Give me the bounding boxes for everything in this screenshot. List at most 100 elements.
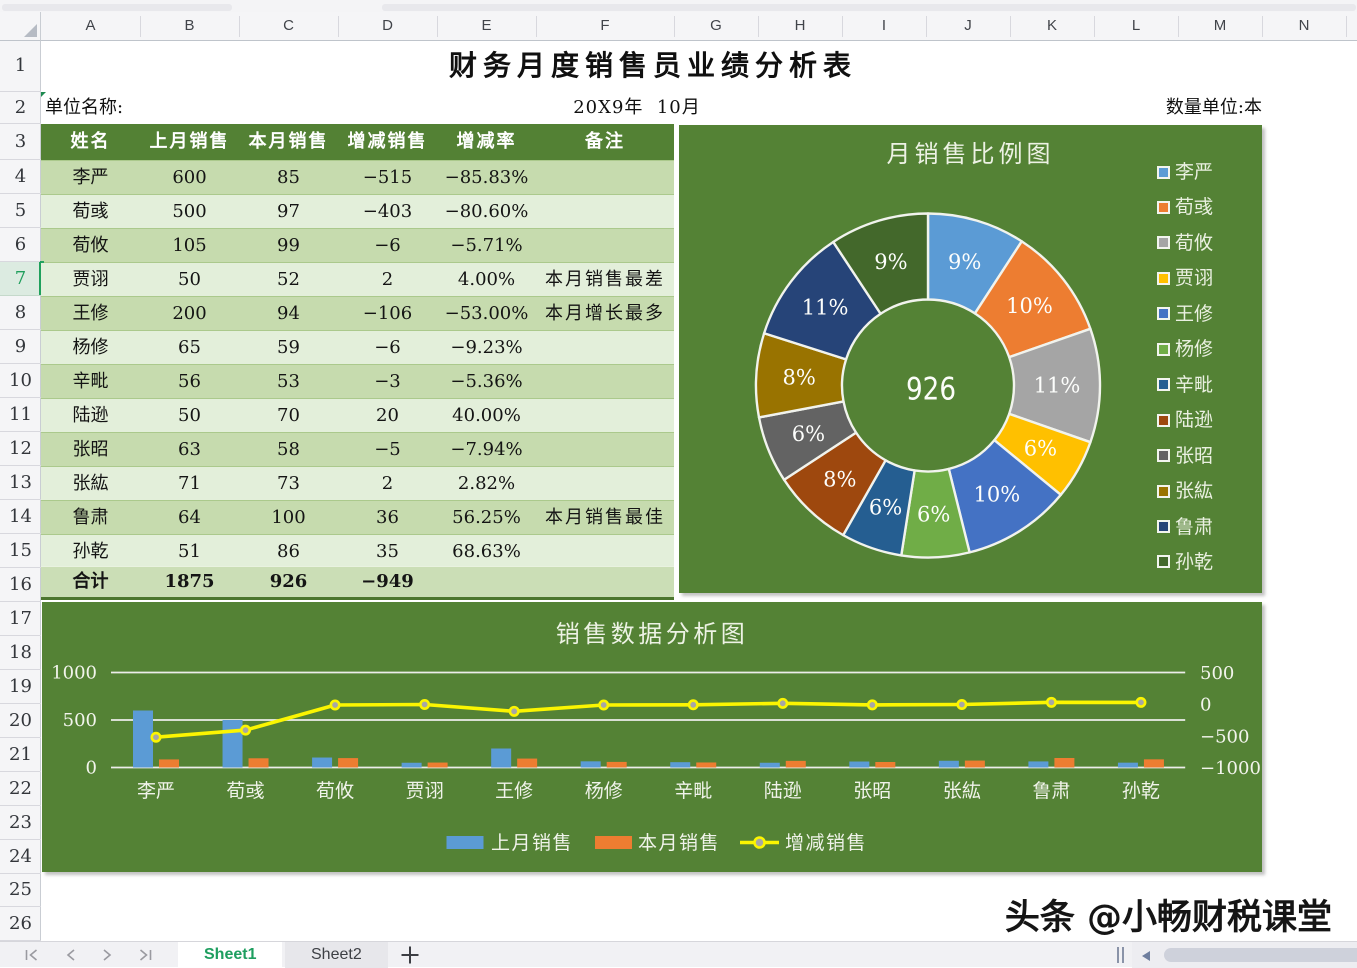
cell-change_rate[interactable]: 56.25% [437, 501, 536, 534]
first-sheet-icon[interactable] [31, 950, 37, 960]
column-header-k[interactable]: K [1010, 13, 1094, 39]
row-header-9[interactable]: 9 [0, 330, 41, 364]
select-all-corner[interactable] [0, 12, 41, 41]
column-header-l[interactable]: L [1094, 13, 1178, 39]
line-marker[interactable] [510, 707, 518, 715]
cell-this_month[interactable]: 94 [239, 297, 338, 330]
cell-change_rate[interactable]: −53.00% [437, 297, 536, 330]
row-header-24[interactable]: 24 [0, 840, 41, 874]
cell-this_month[interactable]: 100 [239, 501, 338, 534]
bar-last-month[interactable] [760, 763, 780, 768]
cell-change_rate[interactable]: −80.60% [437, 195, 536, 228]
bar-last-month[interactable] [133, 711, 153, 768]
table-row[interactable]: 张昭6358−5−7.94% [41, 432, 674, 466]
cell-name[interactable]: 孙乾 [41, 535, 140, 568]
row-header-14[interactable]: 14 [0, 500, 41, 534]
donut-legend-item[interactable]: 陆逊 [1157, 409, 1262, 431]
cell-change[interactable]: 2 [338, 263, 437, 296]
table-row[interactable]: 孙乾51863568.63% [41, 534, 674, 568]
donut-legend-item[interactable]: 荀攸 [1157, 232, 1262, 254]
tab-sheet2[interactable]: Sheet2 [285, 942, 388, 968]
bar-this-month[interactable] [1054, 758, 1074, 768]
bar-this-month[interactable] [428, 763, 448, 768]
donut-legend-item[interactable]: 张紘 [1157, 480, 1262, 502]
row-headers[interactable]: 1234567891011121314151617181920212223242… [0, 41, 41, 941]
cell-change_rate[interactable]: 4.00% [437, 263, 536, 296]
cell-name[interactable]: 荀彧 [41, 195, 140, 228]
row-header-12[interactable]: 12 [0, 432, 41, 466]
cell-last_month[interactable]: 50 [140, 263, 239, 296]
cell-this_month[interactable]: 73 [239, 467, 338, 500]
bar-this-month[interactable] [1144, 759, 1164, 767]
donut-legend-item[interactable]: 辛毗 [1157, 374, 1262, 396]
next-sheet-icon[interactable] [104, 950, 110, 960]
cell-change[interactable]: 35 [338, 535, 437, 568]
donut-legend-item[interactable]: 王修 [1157, 303, 1262, 325]
cell-note[interactable] [536, 229, 674, 262]
legend-swatch-last-month[interactable] [447, 836, 484, 849]
cell-last_month[interactable]: 65 [140, 331, 239, 364]
table-row[interactable]: 辛毗5653−3−5.36% [41, 364, 674, 398]
line-marker[interactable] [958, 700, 966, 708]
row-header-17[interactable]: 17 [0, 602, 41, 636]
cell-this_month[interactable]: 58 [239, 433, 338, 466]
column-header-g[interactable]: G [674, 13, 758, 39]
cell-this_month[interactable]: 59 [239, 331, 338, 364]
table-row[interactable]: 贾诩505224.00%本月销售最差 [41, 262, 674, 296]
cell-change[interactable]: 36 [338, 501, 437, 534]
row-header-4[interactable]: 4 [0, 160, 41, 194]
row-header-22[interactable]: 22 [0, 772, 41, 806]
cell-name[interactable]: 杨修 [41, 331, 140, 364]
cell-last_month[interactable]: 600 [140, 161, 239, 194]
tab-sheet1[interactable]: Sheet1 [178, 942, 282, 968]
row-header-8[interactable]: 8 [0, 296, 41, 330]
bar-last-month[interactable] [223, 720, 243, 768]
row-header-20[interactable]: 20 [0, 704, 41, 738]
table-row[interactable]: 王修20094−106−53.00%本月增长最多 [41, 296, 674, 330]
cell-this_month[interactable]: 70 [239, 399, 338, 432]
cell-name[interactable]: 鲁肃 [41, 501, 140, 534]
column-header-j[interactable]: J [926, 13, 1010, 39]
donut-legend-item[interactable]: 贾诩 [1157, 267, 1262, 289]
row-header-10[interactable]: 10 [0, 364, 41, 398]
row-header-18[interactable]: 18 [0, 636, 41, 670]
cell-note[interactable] [536, 535, 674, 568]
cell-change[interactable]: 2 [338, 467, 437, 500]
cell-last_month[interactable]: 200 [140, 297, 239, 330]
cell-note[interactable] [536, 433, 674, 466]
cell-change_rate[interactable]: −5.71% [437, 229, 536, 262]
cell-last_month[interactable]: 50 [140, 399, 239, 432]
bar-last-month[interactable] [670, 762, 690, 767]
column-header-e[interactable]: E [437, 13, 536, 39]
cell-last_month[interactable]: 500 [140, 195, 239, 228]
cell-this_month[interactable]: 52 [239, 263, 338, 296]
row-header-21[interactable]: 21 [0, 738, 41, 772]
cell-change[interactable]: −106 [338, 297, 437, 330]
cell-change[interactable]: −403 [338, 195, 437, 228]
row-header-7[interactable]: 7 [0, 262, 41, 296]
legend-swatch-this-month[interactable] [595, 836, 632, 849]
row-header-23[interactable]: 23 [0, 806, 41, 840]
cell-change_rate[interactable]: 40.00% [437, 399, 536, 432]
cell-last_month[interactable]: 63 [140, 433, 239, 466]
donut-legend-item[interactable]: 孙乾 [1157, 551, 1262, 573]
row-header-3[interactable]: 3 [0, 124, 41, 160]
bar-last-month[interactable] [1118, 763, 1138, 768]
horizontal-scrollbar-thumb[interactable] [1164, 948, 1357, 962]
bar-this-month[interactable] [517, 759, 537, 768]
row-header-16[interactable]: 16 [0, 568, 41, 602]
cell-change[interactable]: −6 [338, 229, 437, 262]
table-row[interactable]: 陆逊50702040.00% [41, 398, 674, 432]
cell-name[interactable]: 王修 [41, 297, 140, 330]
cell-note[interactable] [536, 195, 674, 228]
cell-change[interactable]: −3 [338, 365, 437, 398]
cell-change[interactable]: −515 [338, 161, 437, 194]
table-row[interactable]: 荀彧50097−403−80.60% [41, 194, 674, 228]
table-row[interactable]: 张紘717322.82% [41, 466, 674, 500]
bar-this-month[interactable] [875, 762, 895, 768]
donut-legend-item[interactable]: 杨修 [1157, 338, 1262, 360]
row-header-1[interactable]: 1 [0, 41, 41, 92]
cell-last_month[interactable]: 56 [140, 365, 239, 398]
line-marker[interactable] [331, 701, 339, 709]
row-header-25[interactable]: 25 [0, 874, 41, 907]
